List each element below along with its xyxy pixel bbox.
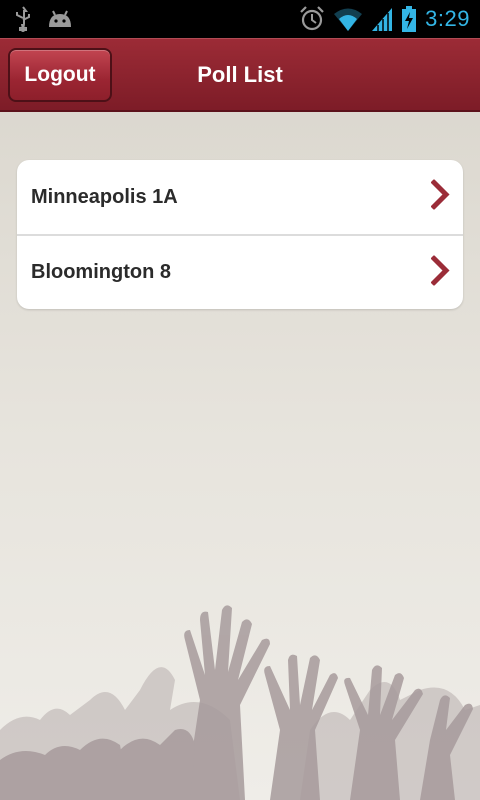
logout-button[interactable]: Logout <box>8 48 112 102</box>
android-icon <box>46 9 74 29</box>
status-bar: 3:29 <box>0 0 480 38</box>
poll-list-item[interactable]: Minneapolis 1A <box>17 160 463 234</box>
poll-list-item[interactable]: Bloomington 8 <box>17 234 463 309</box>
poll-item-label: Bloomington 8 <box>31 261 171 283</box>
poll-item-label: Minneapolis 1A <box>31 185 178 208</box>
chevron-right-icon <box>430 178 451 215</box>
chevron-right-icon <box>430 254 451 290</box>
wifi-icon <box>333 6 363 32</box>
status-time: 3:29 <box>425 6 470 31</box>
status-left-icons <box>14 6 74 32</box>
usb-icon <box>14 6 32 32</box>
signal-icon <box>371 6 393 32</box>
title-bar: Logout Poll List <box>0 38 480 112</box>
crowd-silhouette-image <box>0 605 480 800</box>
alarm-icon <box>299 5 325 33</box>
status-right-icons: 3:29 <box>299 4 470 34</box>
battery-charging-icon <box>401 5 417 33</box>
poll-list: Minneapolis 1A Bloomington 8 <box>17 160 463 309</box>
